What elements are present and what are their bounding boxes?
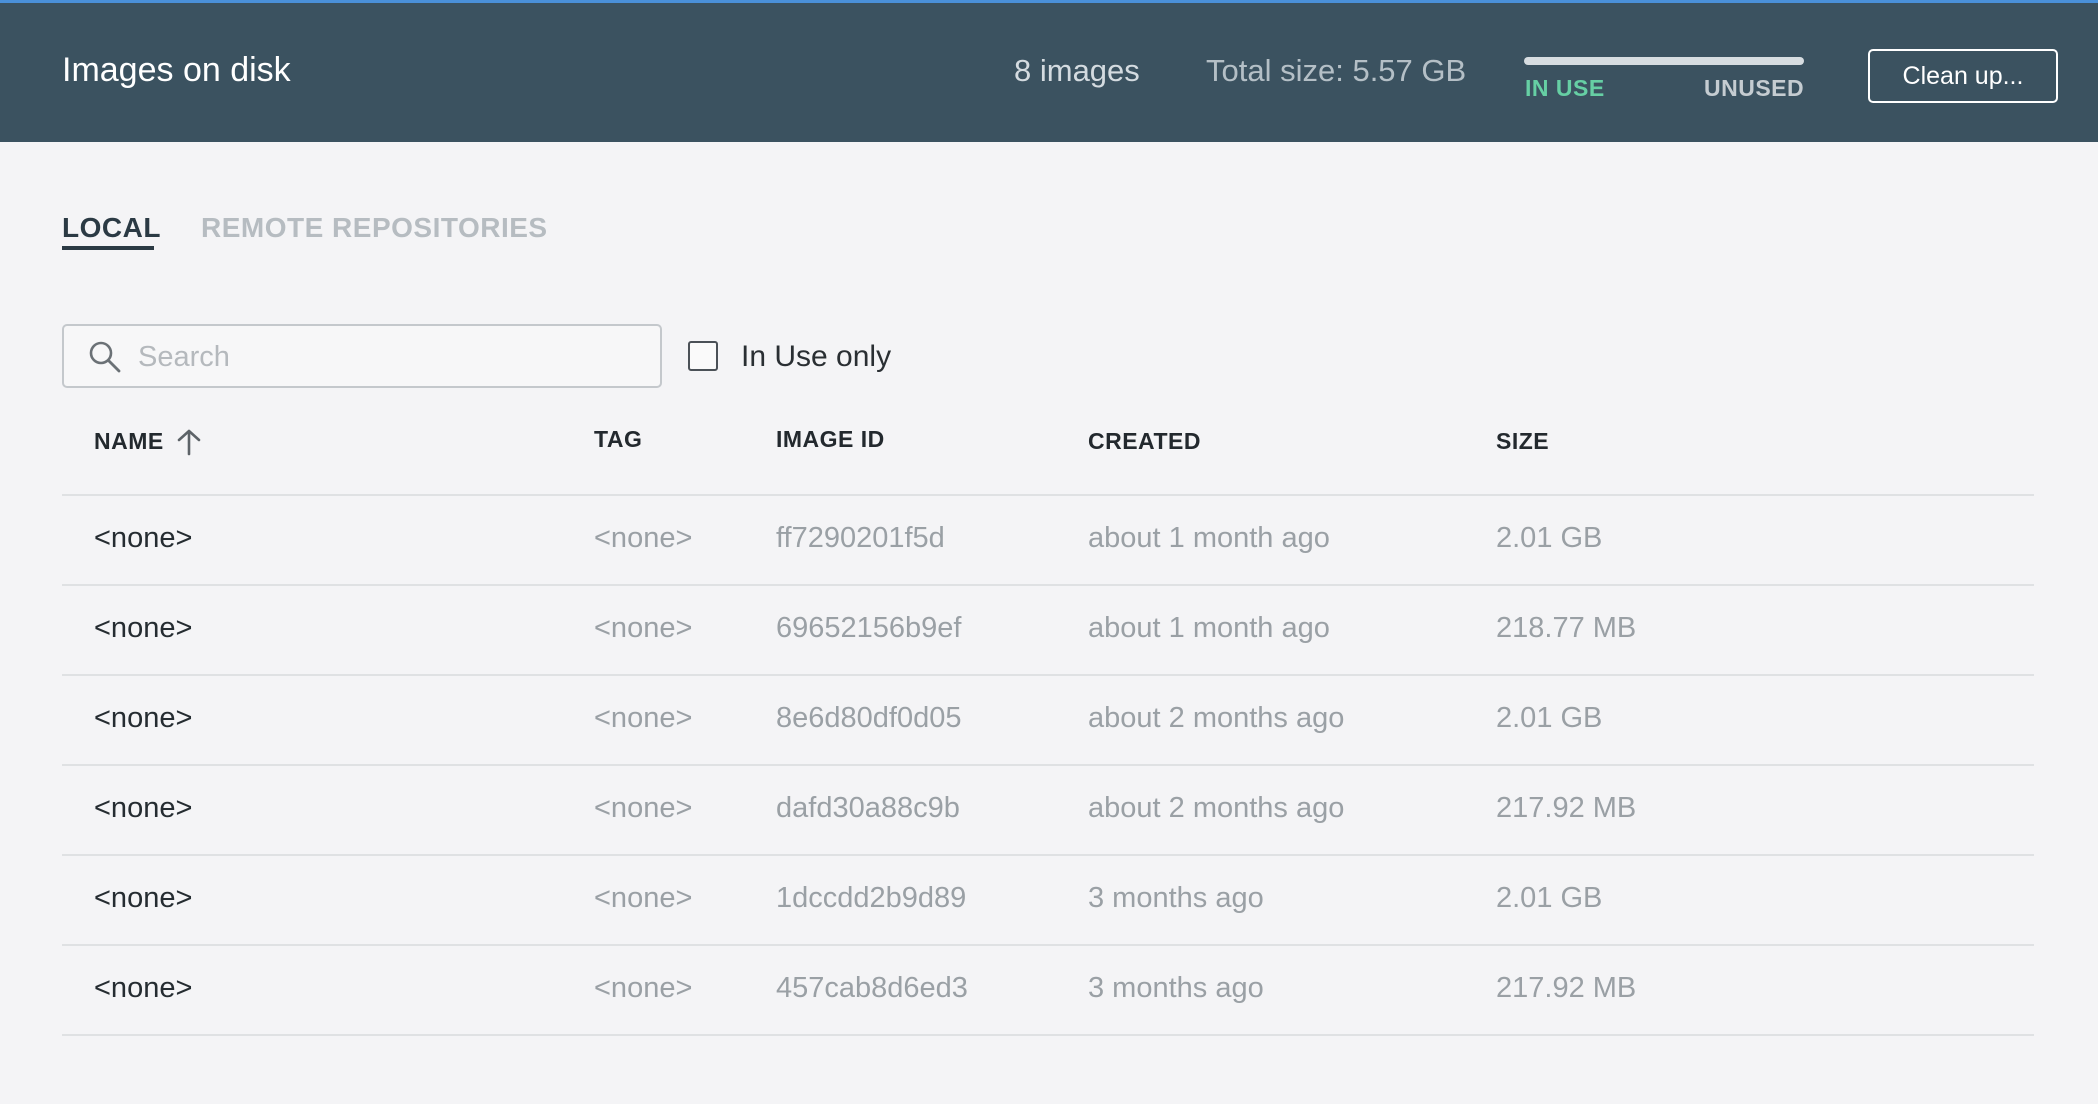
cell-image-id: 457cab8d6ed3 (776, 972, 968, 1004)
cell-created: 3 months ago (1088, 882, 1264, 914)
cell-created: about 2 months ago (1088, 792, 1345, 824)
cell-tag: <none> (594, 972, 693, 1004)
cell-size: 217.92 MB (1496, 972, 1637, 1004)
row-divider (62, 764, 2034, 766)
in-use-only-checkbox[interactable] (688, 341, 718, 371)
cell-tag: <none> (594, 792, 693, 824)
row-divider (62, 674, 2034, 676)
unused-label: UNUSED (1704, 75, 1805, 101)
cell-image-id: ff7290201f5d (776, 522, 945, 554)
cell-image-id: 8e6d80df0d05 (776, 702, 962, 734)
cell-tag: <none> (594, 702, 693, 734)
row-divider (62, 944, 2034, 946)
clean-up-button[interactable]: Clean up... (1868, 49, 2058, 103)
cell-name: <none> (94, 522, 193, 554)
search-icon (89, 341, 121, 373)
column-header-created[interactable]: CREATED (1088, 428, 1201, 455)
table-divider (62, 494, 2034, 496)
cell-size: 217.92 MB (1496, 792, 1637, 824)
arrow-up-icon[interactable] (176, 428, 202, 456)
page-title: Images on disk (62, 51, 291, 89)
total-size: Total size: 5.57 GB (1206, 53, 1467, 88)
cell-size: 2.01 GB (1496, 882, 1603, 914)
cell-size: 2.01 GB (1496, 702, 1603, 734)
cell-image-id: 1dccdd2b9d89 (776, 882, 967, 914)
row-divider (62, 854, 2034, 856)
cell-created: about 1 month ago (1088, 522, 1330, 554)
cell-image-id: dafd30a88c9b (776, 792, 960, 824)
cell-name: <none> (94, 972, 193, 1004)
search-box[interactable] (62, 324, 662, 388)
column-header-size[interactable]: SIZE (1496, 428, 1549, 455)
in-use-label: IN USE (1525, 75, 1605, 101)
tab-local[interactable]: LOCAL (62, 212, 161, 244)
header-bar: Images on disk 8 images Total size: 5.57… (0, 0, 2098, 142)
column-header-image-id[interactable]: IMAGE ID (776, 426, 885, 453)
cell-tag: <none> (594, 882, 693, 914)
search-input[interactable] (136, 332, 640, 382)
cell-name: <none> (94, 882, 193, 914)
cell-created: about 2 months ago (1088, 702, 1345, 734)
cell-created: about 1 month ago (1088, 612, 1330, 644)
cell-size: 2.01 GB (1496, 522, 1603, 554)
cell-tag: <none> (594, 612, 693, 644)
in-use-only-label: In Use only (741, 340, 892, 373)
cell-name: <none> (94, 792, 193, 824)
column-header-name[interactable]: NAME (94, 428, 164, 455)
column-header-tag[interactable]: TAG (594, 426, 642, 453)
row-divider (62, 584, 2034, 586)
usage-bar (1524, 57, 1804, 65)
cell-name: <none> (94, 612, 193, 644)
cell-name: <none> (94, 702, 193, 734)
cell-image-id: 69652156b9ef (776, 612, 962, 644)
tab-remote-repositories[interactable]: REMOTE REPOSITORIES (201, 212, 548, 244)
cell-tag: <none> (594, 522, 693, 554)
image-count: 8 images (1014, 53, 1140, 88)
row-divider (62, 1034, 2034, 1036)
cell-created: 3 months ago (1088, 972, 1264, 1004)
cell-size: 218.77 MB (1496, 612, 1637, 644)
active-tab-indicator (62, 246, 154, 250)
